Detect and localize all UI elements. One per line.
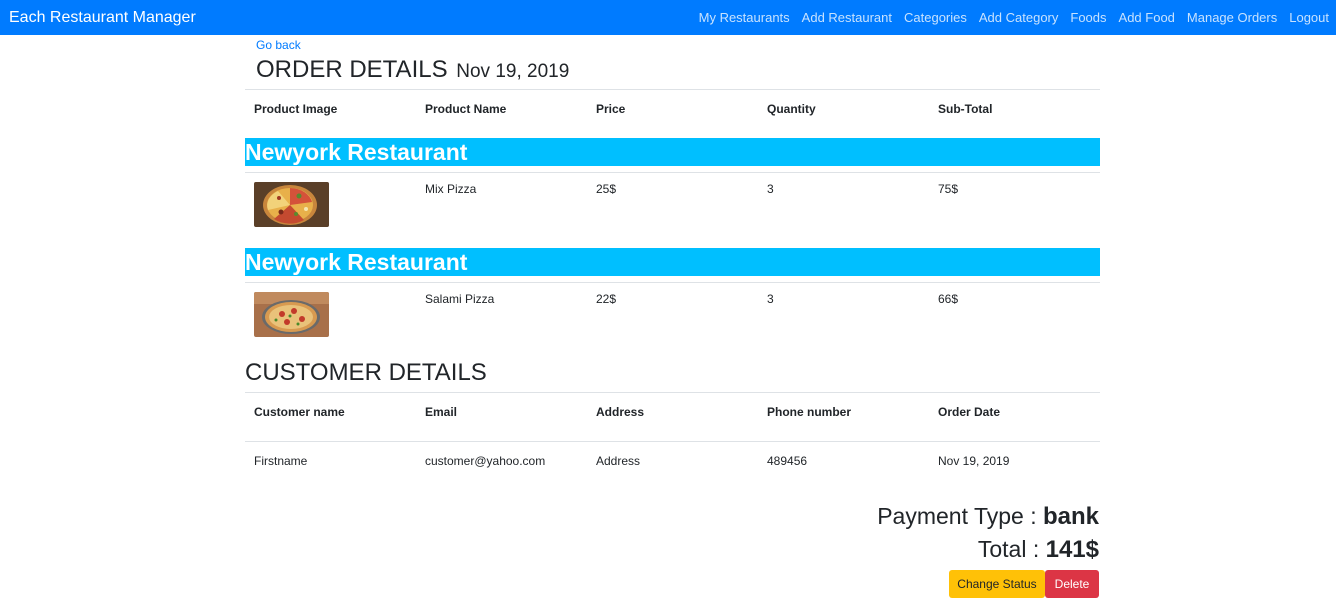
customer-order-date: Nov 19, 2019 <box>938 454 1010 468</box>
column-header: Phone number <box>767 405 852 419</box>
payment-type-label: Payment Type : <box>877 503 1043 529</box>
customer-table-header: Customer name Email Address Phone number… <box>245 393 1100 431</box>
go-back-link[interactable]: Go back <box>256 38 301 52</box>
nav-link-add-food[interactable]: Add Food <box>1119 10 1175 25</box>
table-row: Salami Pizza 22$ 3 66$ <box>245 283 1100 337</box>
nav-link-logout[interactable]: Logout <box>1289 10 1329 25</box>
order-table-header: Product Image Product Name Price Quantit… <box>245 90 1100 128</box>
product-name: Salami Pizza <box>425 292 495 306</box>
order-details-title: ORDER DETAILS <box>256 56 448 83</box>
column-header: Sub-Total <box>938 102 993 116</box>
column-header: Customer name <box>254 405 345 419</box>
navbar: Each Restaurant Manager My Restaurants A… <box>0 0 1336 35</box>
product-quantity: 3 <box>767 292 774 306</box>
product-image-cell <box>245 292 416 337</box>
product-price: 25$ <box>596 182 617 196</box>
table-row: Mix Pizza 25$ 3 75$ <box>245 173 1100 227</box>
total-label: Total : <box>977 536 1046 562</box>
mix-pizza-image <box>254 182 329 227</box>
column-header: Order Date <box>938 405 1001 419</box>
order-total: Total : 141$ <box>978 536 1099 564</box>
restaurant-name-bar: Newyork Restaurant <box>245 248 1100 276</box>
nav-link-my-restaurants[interactable]: My Restaurants <box>699 10 790 25</box>
restaurant-name-bar: Newyork Restaurant <box>245 138 1100 166</box>
payment-type-value: bank <box>1042 503 1099 530</box>
order-details-heading: ORDER DETAILS Nov 19, 2019 <box>256 56 569 84</box>
column-header: Product Image <box>254 102 338 116</box>
column-header: Address <box>596 405 645 419</box>
nav-link-manage-orders[interactable]: Manage Orders <box>1187 10 1277 25</box>
total-value: 141$ <box>1045 536 1099 563</box>
customer-phone: 489456 <box>767 454 808 468</box>
product-price: 22$ <box>596 292 617 306</box>
salami-pizza-image <box>254 292 329 337</box>
change-status-button[interactable]: Change Status <box>949 570 1045 598</box>
order-date: Nov 19, 2019 <box>456 61 570 82</box>
nav-link-categories[interactable]: Categories <box>904 10 967 25</box>
column-header: Price <box>596 102 626 116</box>
customer-details-heading: CUSTOMER DETAILS <box>245 359 487 386</box>
product-image-cell <box>245 182 416 227</box>
nav-link-foods[interactable]: Foods <box>1070 10 1106 25</box>
column-header: Quantity <box>767 102 816 116</box>
column-header: Product Name <box>425 102 507 116</box>
product-name: Mix Pizza <box>425 182 477 196</box>
navbar-brand[interactable]: Each Restaurant Manager <box>9 9 196 27</box>
nav-link-add-restaurant[interactable]: Add Restaurant <box>802 10 892 25</box>
product-quantity: 3 <box>767 182 774 196</box>
nav-links: My Restaurants Add Restaurant Categories… <box>687 10 1329 25</box>
customer-address: Address <box>596 454 641 468</box>
table-row: Firstname customer@yahoo.com Address 489… <box>245 442 1100 480</box>
customer-email: customer@yahoo.com <box>425 454 546 468</box>
product-subtotal: 66$ <box>938 292 959 306</box>
delete-button[interactable]: Delete <box>1045 570 1099 598</box>
customer-name: Firstname <box>254 454 308 468</box>
nav-link-add-category[interactable]: Add Category <box>979 10 1059 25</box>
column-header: Email <box>425 405 458 419</box>
product-subtotal: 75$ <box>938 182 959 196</box>
payment-type: Payment Type : bank <box>877 503 1099 531</box>
